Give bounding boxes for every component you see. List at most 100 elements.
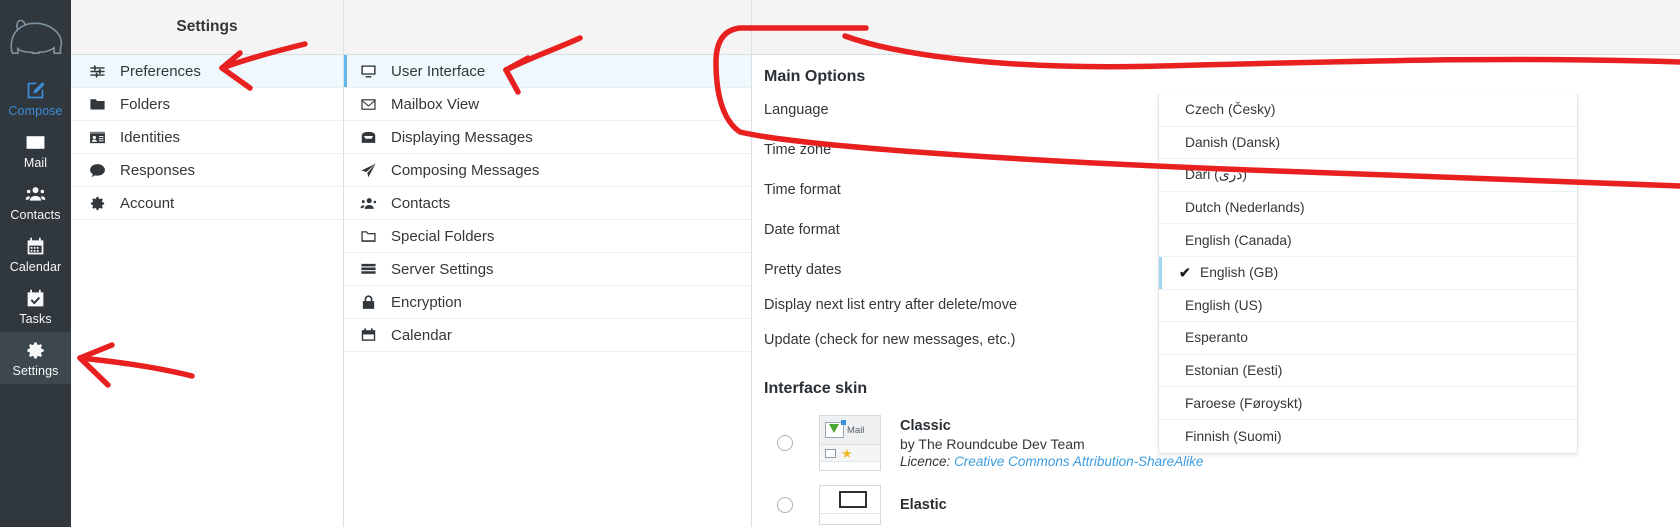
dropdown-option[interactable]: Dutch (Nederlands): [1159, 192, 1577, 225]
gear-icon: [25, 338, 46, 361]
dropdown-option[interactable]: Faroese (Føroyskt): [1159, 387, 1577, 420]
skin-radio-elastic[interactable]: [777, 497, 793, 513]
task-compose[interactable]: Compose: [0, 72, 71, 124]
paper-plane-icon: [358, 162, 378, 179]
section-item-encryption[interactable]: Encryption: [344, 286, 751, 319]
dropdown-option[interactable]: Estonian (Eesti): [1159, 355, 1577, 388]
section-item-composing-messages[interactable]: Composing Messages: [344, 154, 751, 187]
dropdown-option-label: English (GB): [1200, 265, 1279, 281]
task-calendar[interactable]: Calendar: [0, 228, 71, 280]
id-card-icon: [87, 129, 107, 146]
roundcube-settings-window: Compose Mail Contacts Calendar Tasks Set…: [0, 0, 1680, 527]
section-item-label: User Interface: [391, 62, 486, 80]
skin-thumb-label: Mail: [847, 424, 865, 436]
sidebar-item-label: Account: [120, 194, 175, 212]
dropdown-option[interactable]: Czech (Česky): [1159, 94, 1577, 127]
compose-icon: [25, 78, 46, 101]
skin-radio-classic[interactable]: [777, 435, 793, 451]
section-item-label: Special Folders: [391, 227, 495, 245]
task-contacts[interactable]: Contacts: [0, 176, 71, 228]
section-item-calendar[interactable]: Calendar: [344, 319, 751, 352]
language-dropdown-list[interactable]: Czech (Česky) Danish (Dansk) Dari (دری) …: [1158, 94, 1578, 454]
contacts-icon: [358, 195, 378, 212]
roundcube-bear-logo: [0, 0, 71, 72]
skin-licence-link[interactable]: Creative Commons Attribution-ShareAlike: [954, 454, 1203, 469]
option-label: Pretty dates: [764, 262, 842, 278]
gear-icon: [87, 195, 107, 212]
dropdown-option[interactable]: Finnish (Suomi): [1159, 420, 1577, 453]
section-item-label: Encryption: [391, 293, 462, 311]
window-thumb-icon: [838, 491, 867, 508]
dropdown-option[interactable]: English (US): [1159, 290, 1577, 323]
task-label: Calendar: [9, 260, 62, 274]
settings-panel-title: Settings: [71, 0, 343, 55]
dropdown-option[interactable]: Esperanto: [1159, 322, 1577, 355]
envelope-icon: [358, 96, 378, 113]
sections-panel-title: [344, 0, 751, 55]
task-label: Compose: [8, 104, 63, 118]
settings-list-panel: Settings Preferences Folders Identities …: [71, 0, 344, 527]
section-item-label: Contacts: [391, 194, 451, 212]
dropdown-option[interactable]: Danish (Dansk): [1159, 127, 1577, 160]
task-mail[interactable]: Mail: [0, 124, 71, 176]
section-item-label: Composing Messages: [391, 161, 540, 179]
section-item-mailbox-view[interactable]: Mailbox View: [344, 88, 751, 121]
dropdown-option[interactable]: English (Canada): [1159, 224, 1577, 257]
star-icon: ★: [841, 445, 853, 461]
monitor-icon: [358, 63, 378, 80]
inbox-icon: [358, 129, 378, 146]
content-body: Main Options Language English (GB) Time …: [752, 55, 1680, 527]
section-item-user-interface[interactable]: User Interface: [344, 55, 751, 88]
calendar-icon: [25, 234, 46, 257]
task-tasks[interactable]: Tasks: [0, 280, 71, 332]
speech-bubble-icon: [87, 162, 107, 179]
task-label: Contacts: [10, 208, 61, 222]
calendar-icon: [358, 327, 378, 344]
interface-skin-heading: Interface skin: [764, 380, 868, 397]
option-label: Date format: [764, 222, 840, 238]
lock-icon: [358, 294, 378, 311]
mail-thumb-icon: [825, 420, 846, 438]
section-item-special-folders[interactable]: Special Folders: [344, 220, 751, 253]
check-icon: ✔: [1179, 264, 1191, 281]
folder-icon: [87, 96, 107, 113]
section-item-label: Displaying Messages: [391, 128, 533, 146]
section-item-contacts[interactable]: Contacts: [344, 187, 751, 220]
content-header-bar: [752, 0, 1680, 55]
skin-option-elastic[interactable]: Elastic: [764, 485, 947, 525]
skin-thumbnail-elastic: [819, 485, 881, 525]
sidebar-item-account[interactable]: Account: [71, 187, 343, 220]
section-item-displaying-messages[interactable]: Displaying Messages: [344, 121, 751, 154]
task-label: Mail: [23, 156, 48, 170]
skin-name: Elastic: [900, 497, 947, 513]
section-item-server-settings[interactable]: Server Settings: [344, 253, 751, 286]
sidebar-item-identities[interactable]: Identities: [71, 121, 343, 154]
tasks-icon: [25, 286, 46, 309]
skin-meta-elastic: Elastic: [900, 497, 947, 513]
sidebar-item-label: Identities: [120, 128, 181, 146]
section-item-label: Calendar: [391, 326, 452, 344]
sidebar-item-label: Preferences: [120, 62, 201, 80]
folder-outline-icon: [358, 228, 378, 245]
task-settings[interactable]: Settings: [0, 332, 71, 384]
skin-thumbnail-classic: Mail ★: [819, 415, 881, 471]
sidebar-item-preferences[interactable]: Preferences: [71, 55, 343, 88]
option-label: Time format: [764, 182, 841, 198]
main-options-heading: Main Options: [764, 68, 866, 85]
sidebar-item-responses[interactable]: Responses: [71, 154, 343, 187]
dropdown-option-selected[interactable]: ✔ English (GB): [1159, 257, 1577, 290]
sidebar-item-folders[interactable]: Folders: [71, 88, 343, 121]
skin-option-classic[interactable]: Mail ★ Classic by The Roundcube Dev Team…: [764, 415, 1203, 471]
task-sidebar: Compose Mail Contacts Calendar Tasks Set…: [0, 0, 71, 527]
sliders-icon: [87, 63, 107, 80]
option-label: Language: [764, 102, 829, 118]
dropdown-option[interactable]: Dari (دری): [1159, 159, 1577, 192]
preferences-sections-panel: User Interface Mailbox View Displaying M…: [344, 0, 752, 527]
sidebar-item-label: Folders: [120, 95, 171, 113]
section-item-label: Mailbox View: [391, 95, 480, 113]
section-item-label: Server Settings: [391, 260, 494, 278]
sidebar-item-label: Responses: [120, 161, 196, 179]
server-icon: [358, 261, 378, 278]
contacts-icon: [25, 182, 46, 205]
preferences-content-panel: Main Options Language English (GB) Time …: [752, 0, 1680, 527]
